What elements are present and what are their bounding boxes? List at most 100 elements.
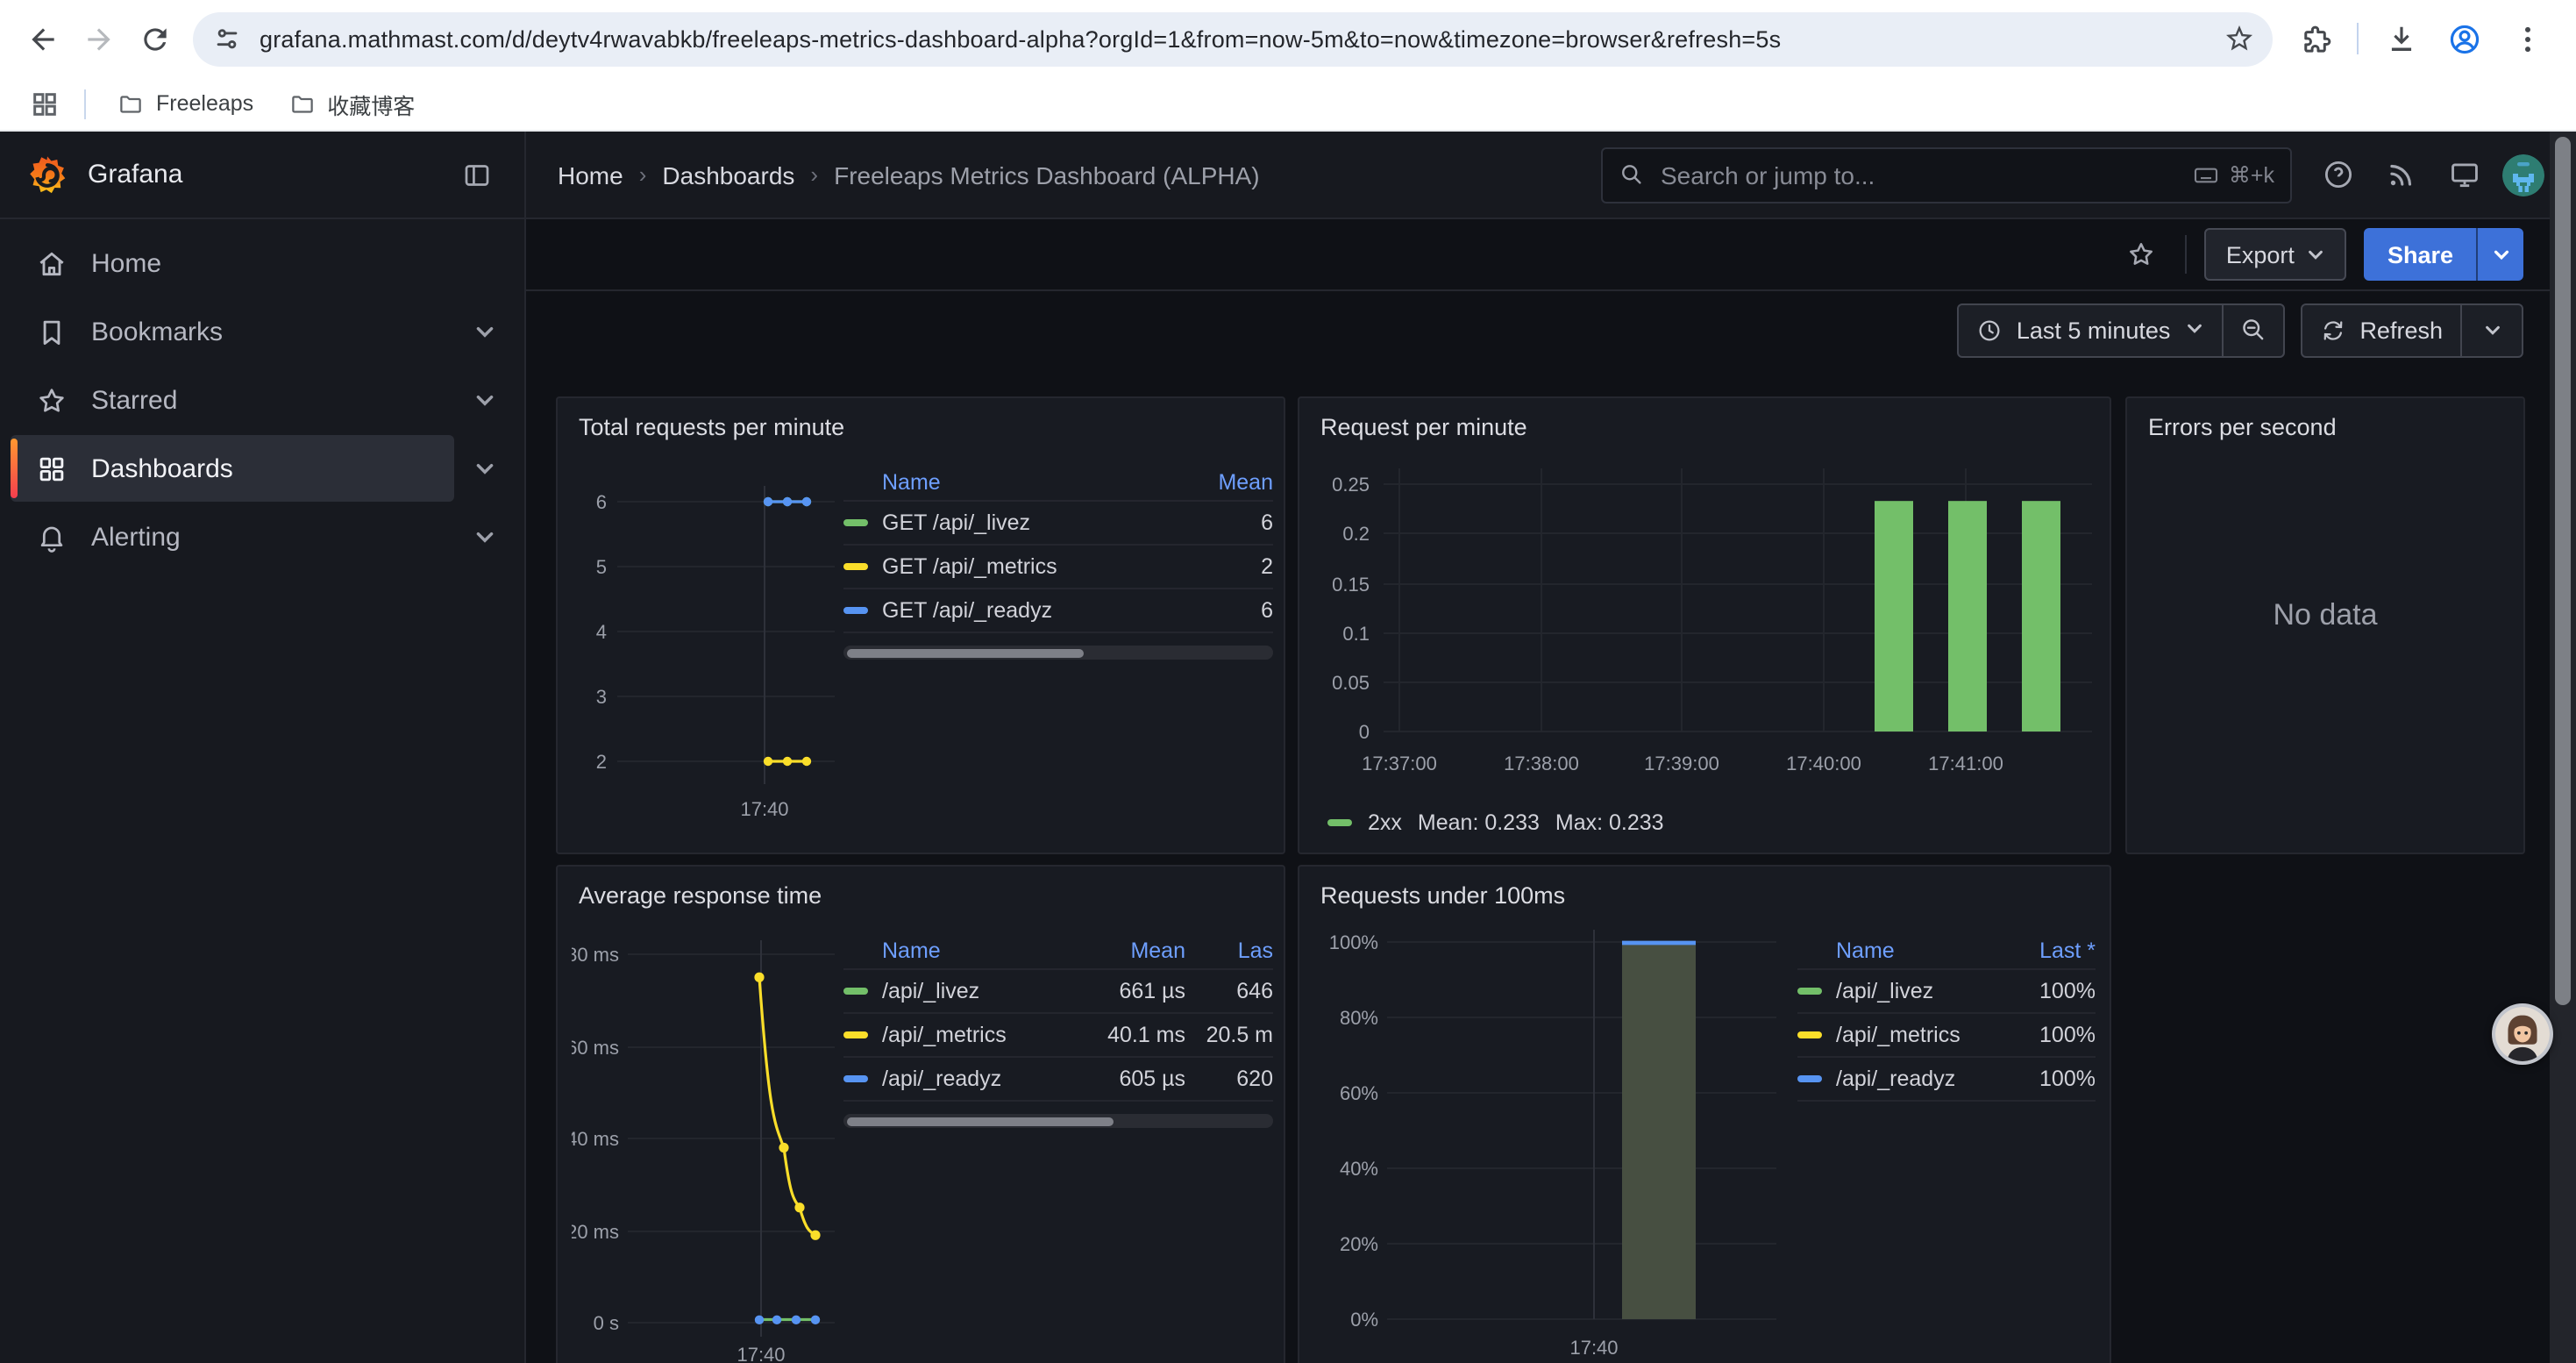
back-button[interactable] [14, 11, 70, 67]
user-avatar[interactable] [2502, 153, 2544, 196]
series-name[interactable]: GET /api/_readyz [882, 598, 1247, 623]
legend-row[interactable]: /api/_metrics 100% [1797, 1014, 2096, 1058]
series-name[interactable]: /api/_readyz [882, 1067, 1059, 1091]
series-name[interactable]: GET /api/_metrics [882, 554, 1247, 579]
sidebar-item-home-main[interactable]: Home [11, 230, 454, 296]
share-label: Share [2387, 241, 2453, 268]
panel-title[interactable]: Requests under 100ms [1313, 875, 2096, 912]
total-requests-chart[interactable]: 6543217:40 [572, 444, 843, 853]
svg-text:17:39:00: 17:39:00 [1644, 753, 1719, 774]
search-input[interactable] [1657, 159, 2180, 190]
url-bar[interactable]: grafana.mathmast.com/d/deytv4rwavabkb/fr… [193, 11, 2273, 66]
refresh-button[interactable]: Refresh [2302, 304, 2460, 355]
reload-button[interactable] [126, 11, 182, 67]
browser-menu-button[interactable] [2499, 11, 2555, 67]
assistant-avatar[interactable] [2492, 1003, 2553, 1065]
search-box[interactable]: ⌘+k [1601, 146, 2292, 203]
grafana-brand-name[interactable]: Grafana [88, 160, 182, 189]
average-response-time-chart[interactable]: 80 ms60 ms40 ms20 ms0 s17:40 [572, 912, 843, 1363]
bookmark-folder-freeleaps[interactable]: Freeleaps [103, 85, 267, 122]
site-settings-icon[interactable] [212, 24, 242, 54]
panel-title[interactable]: Errors per second [2141, 407, 2509, 444]
folder-icon [288, 90, 315, 117]
downloads-button[interactable] [2373, 11, 2429, 67]
sidebar-item-starred-main[interactable]: Starred [11, 367, 454, 433]
panel-title[interactable]: Average response time [572, 875, 1270, 912]
breadcrumb-dashboards[interactable]: Dashboards [662, 161, 794, 189]
legend-scrollbar[interactable] [843, 1114, 1273, 1128]
page-scrollbar-thumb[interactable] [2555, 137, 2571, 1005]
legend-row[interactable]: GET /api/_readyz 6 [843, 589, 1273, 633]
dock-menu-button[interactable] [451, 148, 503, 201]
series-name[interactable]: /api/_livez [882, 979, 1059, 1003]
legend-scrollbar[interactable] [843, 646, 1273, 660]
zoom-out-icon [2238, 316, 2266, 344]
share-button[interactable]: Share [2365, 228, 2476, 281]
legend-col-last[interactable]: Last * [2008, 938, 2096, 963]
legend-col-mean[interactable]: Mean [1073, 938, 1185, 963]
legend-scrollbar-thumb[interactable] [847, 1117, 1114, 1125]
sidebar: Home Bookmarks Starred [0, 219, 526, 1363]
expand-bookmarks-button[interactable] [454, 298, 514, 365]
favorite-dashboard-button[interactable] [2116, 228, 2168, 281]
legend-col-last[interactable]: Las [1199, 938, 1273, 963]
time-range-picker[interactable]: Last 5 minutes [1959, 304, 2222, 355]
url-text[interactable]: grafana.mathmast.com/d/deytv4rwavabkb/fr… [260, 25, 2217, 52]
expand-starred-button[interactable] [454, 367, 514, 433]
legend-row[interactable]: /api/_readyz 100% [1797, 1058, 2096, 1102]
legend-row[interactable]: /api/_livez 100% [1797, 970, 2096, 1014]
series-name[interactable]: /api/_metrics [882, 1023, 1059, 1047]
series-name[interactable]: /api/_readyz [1836, 1067, 1994, 1091]
news-button[interactable] [2376, 150, 2425, 199]
expand-alerting-button[interactable] [454, 503, 514, 570]
forward-button[interactable] [70, 11, 126, 67]
requests-under-100ms-chart[interactable]: 100%80%60%40%20%0%17:40 [1313, 912, 1783, 1363]
help-button[interactable] [2313, 150, 2362, 199]
series-name[interactable]: /api/_metrics [1836, 1023, 1994, 1047]
panel-title[interactable]: Request per minute [1313, 407, 2096, 444]
series-mean: 605 µs [1073, 1067, 1185, 1091]
svg-text:17:37:00: 17:37:00 [1362, 753, 1437, 774]
legend-col-name[interactable]: Name [882, 938, 1059, 963]
legend-row[interactable]: GET /api/_metrics 2 [843, 546, 1273, 589]
kiosk-mode-button[interactable] [2439, 150, 2488, 199]
refresh-interval-button[interactable] [2462, 304, 2522, 355]
grafana-logo[interactable] [25, 152, 70, 197]
legend-col-name[interactable]: Name [1836, 938, 1994, 963]
sidebar-item-alerting[interactable]: Alerting [11, 503, 514, 570]
legend-col-mean[interactable]: Mean [1218, 470, 1273, 495]
legend-row[interactable]: /api/_livez 661 µs 646 [843, 970, 1273, 1014]
request-per-minute-chart[interactable]: 0.250.20.150.10.05017:37:0017:38:0017:39… [1313, 444, 2096, 796]
zoom-out-button[interactable] [2223, 304, 2282, 355]
series-name[interactable]: GET /api/_livez [882, 510, 1247, 535]
series-name[interactable]: 2xx [1368, 810, 1402, 835]
sidebar-item-home[interactable]: Home [11, 230, 514, 296]
legend-scrollbar-thumb[interactable] [847, 648, 1084, 657]
legend-col-name[interactable]: Name [882, 470, 1204, 495]
svg-text:17:38:00: 17:38:00 [1504, 753, 1579, 774]
legend-row[interactable]: GET /api/_livez 6 [843, 502, 1273, 546]
extensions-button[interactable] [2287, 11, 2343, 67]
breadcrumb-home[interactable]: Home [558, 161, 623, 189]
sidebar-item-starred[interactable]: Starred [11, 367, 514, 433]
share-menu-button[interactable] [2476, 228, 2523, 281]
legend-row[interactable]: 2xx Mean: 0.233 Max: 0.233 [1327, 810, 2096, 835]
sidebar-item-alerting-main[interactable]: Alerting [11, 503, 454, 570]
legend-row[interactable]: /api/_metrics 40.1 ms 20.5 m [843, 1014, 1273, 1058]
series-color-pill [843, 519, 868, 527]
sidebar-item-bookmarks[interactable]: Bookmarks [11, 298, 514, 365]
legend-row[interactable]: /api/_readyz 605 µs 620 [843, 1058, 1273, 1102]
series-name[interactable]: /api/_livez [1836, 979, 1994, 1003]
profile-button[interactable] [2436, 11, 2492, 67]
bookmark-folder-blogs[interactable]: 收藏博客 [274, 82, 429, 125]
sidebar-item-dashboards-main[interactable]: Dashboards [11, 435, 454, 502]
page-scrollbar[interactable] [2550, 132, 2576, 1363]
svg-text:17:40: 17:40 [1569, 1337, 1618, 1359]
sidebar-item-dashboards[interactable]: Dashboards [11, 435, 514, 502]
expand-dashboards-button[interactable] [454, 435, 514, 502]
export-button[interactable]: Export [2205, 228, 2347, 281]
apps-grid-button[interactable] [21, 81, 67, 126]
bookmark-page-button[interactable] [2217, 16, 2262, 61]
panel-title[interactable]: Total requests per minute [572, 407, 1270, 444]
sidebar-item-bookmarks-main[interactable]: Bookmarks [11, 298, 454, 365]
